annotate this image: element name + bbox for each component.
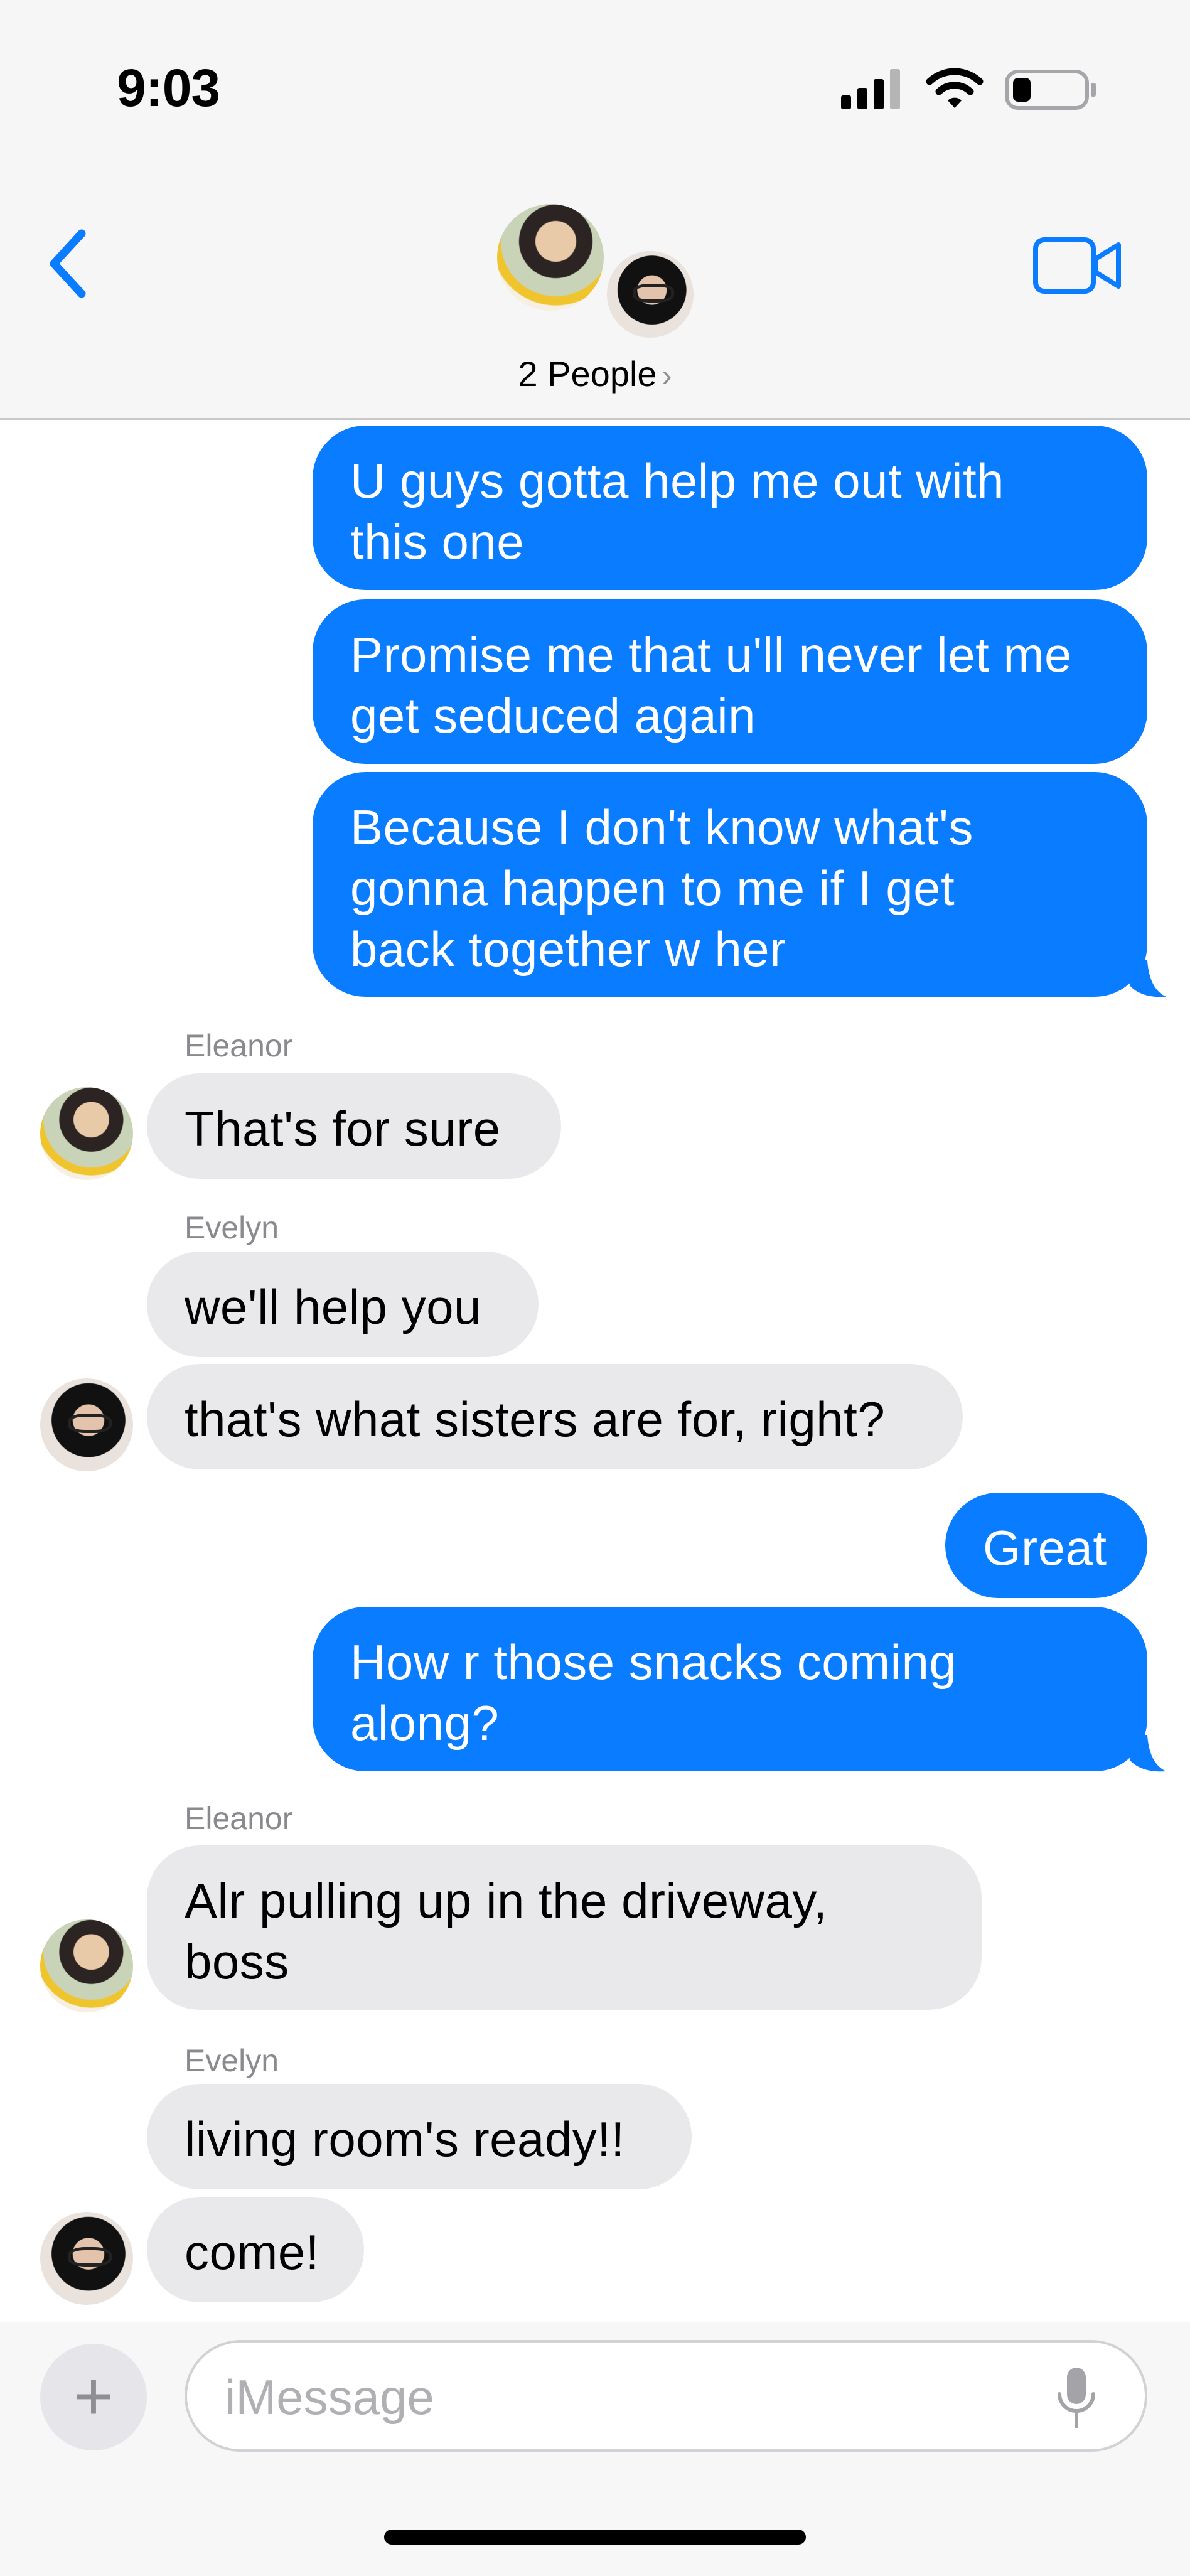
message-line: we'll help you <box>185 1279 481 1334</box>
sender-name: Eleanor <box>185 1028 293 1063</box>
message-line: Alr pulling up in the driveway, <box>185 1873 828 1928</box>
message-line: Because I don't know what's <box>350 800 973 855</box>
message-line: living room's ready!! <box>185 2112 625 2167</box>
message-bubble-incoming[interactable]: that's what sisters are for, right? <box>147 1364 963 1469</box>
microphone-icon[interactable] <box>1054 2365 1098 2430</box>
eleanor-avatar <box>497 204 604 311</box>
message-line: this one <box>350 514 525 569</box>
message-line: How r those snacks coming <box>350 1634 957 1690</box>
sender-name: Evelyn <box>185 1210 279 1245</box>
message-line: along? <box>350 1695 500 1751</box>
message-bubble-incoming[interactable]: That's for sure <box>147 1073 561 1179</box>
message-bubble-outgoing[interactable]: Great <box>945 1493 1147 1598</box>
bubble-tail <box>1130 960 1166 997</box>
imessage-input[interactable] <box>225 2364 1009 2430</box>
message-line: That's for sure <box>185 1101 501 1156</box>
eleanor-avatar[interactable] <box>40 1919 133 2012</box>
back-button[interactable] <box>43 226 99 301</box>
sender-name: Evelyn <box>185 2043 279 2078</box>
apps-plus-button[interactable]: + <box>40 2344 147 2450</box>
message-bubble-outgoing[interactable]: How r those snacks coming along? <box>313 1607 1147 1771</box>
message-line: U guys gotta help me out with <box>350 453 1005 508</box>
message-line: that's what sisters are for, right? <box>185 1392 886 1447</box>
message-bubble-incoming[interactable]: come! <box>147 2197 364 2302</box>
chevron-right-icon: › <box>662 360 672 393</box>
group-info-button[interactable]: 2 People › <box>0 353 1190 394</box>
battery-icon <box>1005 70 1096 110</box>
message-bubble-incoming[interactable]: we'll help you <box>147 1252 539 1357</box>
message-bubble-incoming[interactable]: Alr pulling up in the driveway, boss <box>147 1845 982 2010</box>
message-line: boss <box>185 1934 289 1989</box>
group-avatars[interactable] <box>497 204 704 348</box>
cellular-signal-icon <box>841 69 900 109</box>
message-field-container[interactable] <box>185 2340 1147 2452</box>
message-line: Great <box>983 1520 1107 1575</box>
evelyn-avatar <box>604 248 697 341</box>
message-line: Promise me that u'll never let me <box>350 627 1072 682</box>
message-bubble-outgoing[interactable]: U guys gotta help me out with this one <box>313 426 1147 590</box>
status-time: 9:03 <box>117 58 220 117</box>
home-indicator[interactable] <box>384 2530 806 2545</box>
wifi-icon <box>926 68 984 108</box>
message-bubble-outgoing[interactable]: Promise me that u'll never let me get se… <box>313 599 1147 764</box>
evelyn-avatar[interactable] <box>40 1378 133 1471</box>
message-line: get seduced again <box>350 688 756 743</box>
message-line: back together w her <box>350 921 786 977</box>
message-bubble-outgoing[interactable]: Because I don't know what's gonna happen… <box>313 772 1147 997</box>
message-line: come! <box>185 2224 319 2280</box>
people-count-label: 2 People <box>518 354 657 394</box>
eleanor-avatar[interactable] <box>40 1087 133 1180</box>
facetime-video-icon[interactable] <box>1033 236 1122 295</box>
conversation-header: 9:03 2 People › <box>0 0 1190 420</box>
message-bubble-incoming[interactable]: living room's ready!! <box>147 2084 692 2189</box>
sender-name: Eleanor <box>185 1801 293 1836</box>
message-line: gonna happen to me if I get <box>350 861 955 916</box>
messages-screen: 9:03 2 People › U guys gotta help me out… <box>0 0 1190 2576</box>
evelyn-avatar[interactable] <box>40 2212 133 2305</box>
bubble-tail <box>1130 1735 1166 1772</box>
